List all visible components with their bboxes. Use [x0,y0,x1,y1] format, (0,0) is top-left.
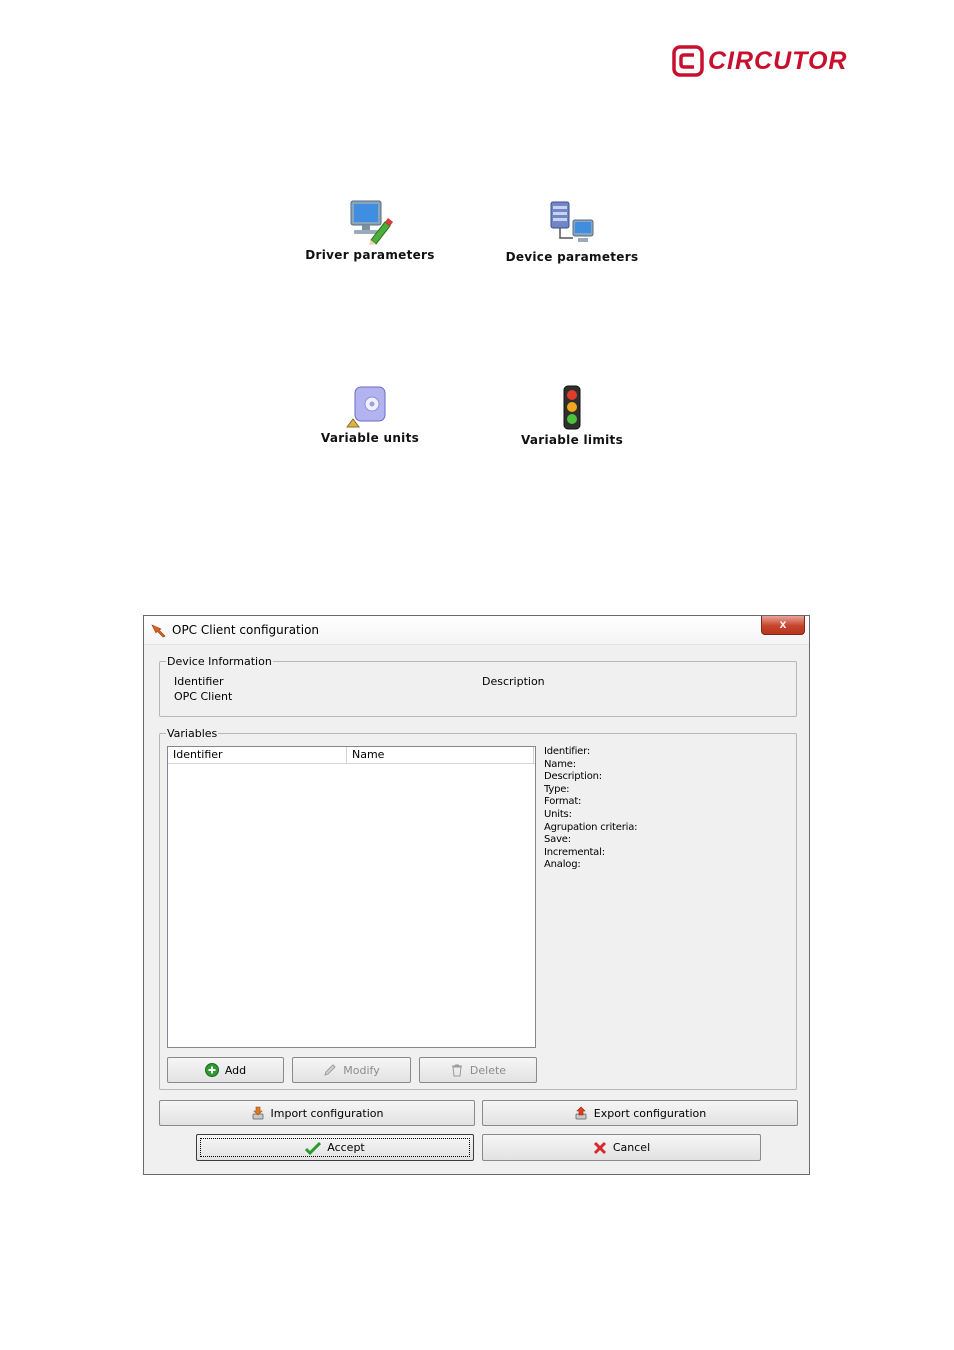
variable-details: Identifier: Name: Description: Type: For… [544,746,637,872]
disc-drive-icon [346,386,386,428]
column-header-identifier[interactable]: Identifier [168,747,347,763]
trash-icon [451,1064,462,1077]
close-icon: x [779,617,787,631]
cancel-button-label: Cancel [612,1141,651,1154]
detail-type: Type: [544,783,570,795]
variables-group: Variables Identifier Name Identifier: Na… [159,727,797,1090]
modify-button[interactable]: Modify [292,1057,411,1083]
description-label: Description [482,675,545,688]
circutor-logo-mark-icon [672,45,704,77]
identifier-label: Identifier [174,675,224,688]
detail-identifier: Identifier: [544,746,591,757]
driver-parameters-tile[interactable]: Driver parameters [290,198,450,262]
variable-limits-tile[interactable]: Variable limits [492,385,652,447]
cancel-button[interactable]: Cancel [482,1134,761,1161]
detail-agrupation-criteria: Agrupation criteria: [544,821,638,833]
add-plus-icon [204,1063,219,1077]
export-configuration-label: Export configuration [593,1106,707,1120]
detail-description: Description: [544,771,602,783]
import-configuration-label: Import configuration [270,1106,384,1120]
app-arrow-icon [151,624,166,638]
delete-button[interactable]: Delete [419,1057,537,1083]
close-button[interactable]: x [761,616,805,635]
dialog-title: OPC Client configuration [172,623,320,637]
accept-button[interactable]: Accept [196,1134,474,1161]
computer-pencil-icon [350,200,393,245]
detail-save: Save: [544,834,571,846]
driver-parameters-label: Driver parameters [305,248,435,262]
variable-limits-label: Variable limits [520,433,624,447]
add-button[interactable]: Add [167,1057,284,1083]
variable-units-label: Variable units [320,431,420,445]
identifier-value: OPC Client [174,690,233,703]
detail-incremental: Incremental: [544,846,605,858]
detail-analog: Analog: [544,859,581,871]
detail-name: Name: [544,758,576,770]
device-information-group: Device Information Identifier OPC Client… [159,655,797,717]
delete-button-label: Delete [469,1063,507,1077]
detail-units: Units: [544,808,572,820]
modify-button-label: Modify [343,1063,380,1077]
network-computers-icon [550,201,594,242]
device-parameters-label: Device parameters [505,250,639,264]
detail-format: Format: [544,796,582,808]
pencil-icon [324,1064,336,1076]
opc-client-configuration-dialog: OPC Client configuration x Device Inform… [143,615,810,1175]
checkmark-icon [305,1141,322,1155]
accept-button-label: Accept [327,1141,365,1154]
variables-list[interactable]: Identifier Name [167,746,536,1048]
import-icon [252,1106,263,1120]
export-icon [575,1106,587,1120]
export-configuration-button[interactable]: Export configuration [482,1100,798,1126]
column-header-name[interactable]: Name [347,747,534,763]
dialog-titlebar[interactable]: OPC Client configuration x [144,616,809,645]
cancel-x-icon [593,1141,606,1154]
add-button-label: Add [224,1063,247,1077]
traffic-light-icon [563,385,581,430]
device-information-legend: Device Information [166,655,273,668]
variable-units-tile[interactable]: Variable units [290,383,450,445]
variables-list-header: Identifier Name [168,747,535,764]
circutor-logo-text: CIRCUTOR [708,46,848,75]
circutor-logo: CIRCUTOR [672,44,847,78]
import-configuration-button[interactable]: Import configuration [159,1100,475,1126]
variables-legend: Variables [166,727,219,740]
device-parameters-tile[interactable]: Device parameters [492,200,652,264]
